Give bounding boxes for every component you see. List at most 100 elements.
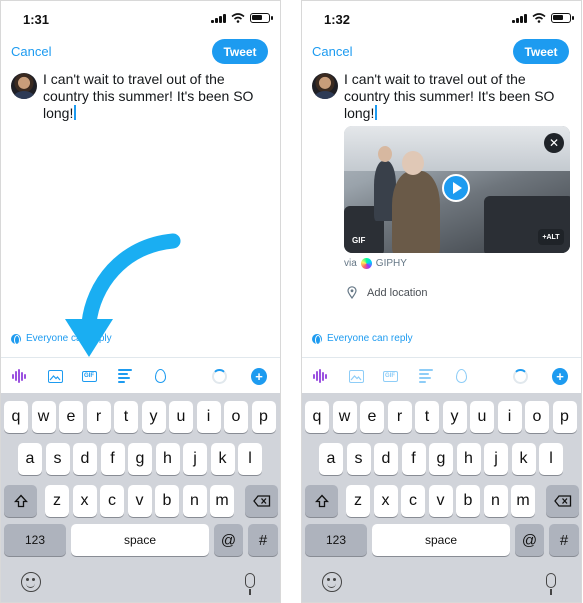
status-time: 1:31	[23, 12, 50, 27]
key-p[interactable]: p	[552, 401, 577, 433]
key-w[interactable]: w	[332, 401, 357, 433]
add-location-button[interactable]: Add location	[347, 286, 428, 299]
key-i[interactable]: i	[497, 401, 522, 433]
divider	[302, 357, 581, 358]
tweet-input[interactable]: I can't wait to travel out of the countr…	[43, 71, 273, 122]
reply-setting[interactable]: Everyone can reply	[312, 333, 413, 345]
tweet-input[interactable]: I can't wait to travel out of the countr…	[344, 71, 574, 122]
location-icon[interactable]	[152, 368, 168, 384]
key-r[interactable]: r	[86, 401, 111, 433]
key-h[interactable]: h	[456, 443, 481, 475]
key-j[interactable]: j	[183, 443, 207, 475]
key-v[interactable]: v	[127, 485, 152, 517]
at-key[interactable]: @	[214, 524, 243, 556]
emoji-icon[interactable]	[322, 572, 342, 592]
hash-key[interactable]: #	[549, 524, 579, 556]
key-t[interactable]: t	[114, 401, 138, 433]
key-e[interactable]: e	[360, 401, 384, 433]
key-x[interactable]: x	[373, 485, 398, 517]
key-g[interactable]: g	[128, 443, 152, 475]
key-s[interactable]: s	[45, 443, 70, 475]
key-c[interactable]: c	[401, 485, 425, 517]
image-icon[interactable]	[47, 368, 63, 384]
key-p[interactable]: p	[251, 401, 276, 433]
key-l[interactable]: l	[238, 443, 262, 475]
close-icon[interactable]: ✕	[544, 133, 564, 153]
key-o[interactable]: o	[525, 401, 549, 433]
key-j[interactable]: j	[484, 443, 508, 475]
key-l[interactable]: l	[539, 443, 563, 475]
key-n[interactable]: n	[483, 485, 508, 517]
gif-scene-head	[402, 151, 424, 175]
backspace-key[interactable]	[546, 485, 579, 517]
wifi-icon	[231, 13, 245, 23]
add-tweet-button[interactable]: +	[251, 367, 267, 385]
add-tweet-button[interactable]: +	[552, 367, 568, 385]
key-c[interactable]: c	[100, 485, 124, 517]
key-m[interactable]: m	[511, 485, 535, 517]
location-icon[interactable]	[453, 368, 469, 384]
key-i[interactable]: i	[196, 401, 221, 433]
microphone-icon[interactable]	[245, 573, 255, 595]
add-location-label: Add location	[367, 286, 428, 299]
reply-setting[interactable]: Everyone can reply	[11, 333, 112, 345]
tweet-button[interactable]: Tweet	[212, 39, 268, 64]
key-u[interactable]: u	[470, 401, 494, 433]
key-a[interactable]: a	[18, 443, 42, 475]
backspace-icon	[252, 495, 270, 507]
key-k[interactable]: k	[210, 443, 235, 475]
numbers-key[interactable]: 123	[4, 524, 66, 556]
key-v[interactable]: v	[428, 485, 453, 517]
shift-key[interactable]	[305, 485, 338, 517]
alt-badge[interactable]: +ALT	[538, 229, 564, 245]
key-y[interactable]: y	[141, 401, 166, 433]
key-w[interactable]: w	[31, 401, 56, 433]
keyboard-row-3: zxcvbnm	[1, 485, 280, 517]
key-r[interactable]: r	[387, 401, 412, 433]
key-h[interactable]: h	[155, 443, 180, 475]
key-n[interactable]: n	[182, 485, 207, 517]
play-button[interactable]	[442, 174, 470, 202]
microphone-icon[interactable]	[546, 573, 556, 595]
poll-icon[interactable]	[117, 368, 133, 384]
key-b[interactable]: b	[456, 485, 480, 517]
key-e[interactable]: e	[59, 401, 83, 433]
numbers-key[interactable]: 123	[305, 524, 367, 556]
gif-icon[interactable]: GIF	[81, 368, 97, 384]
at-key[interactable]: @	[515, 524, 544, 556]
key-u[interactable]: u	[169, 401, 193, 433]
key-o[interactable]: o	[224, 401, 248, 433]
key-b[interactable]: b	[155, 485, 179, 517]
tweet-button[interactable]: Tweet	[513, 39, 569, 64]
space-key[interactable]: space	[372, 524, 510, 556]
key-f[interactable]: f	[401, 443, 426, 475]
gif-preview[interactable]: ✕ GIF +ALT	[344, 126, 570, 253]
key-a[interactable]: a	[319, 443, 343, 475]
shift-key[interactable]	[4, 485, 37, 517]
key-x[interactable]: x	[72, 485, 97, 517]
key-q[interactable]: q	[305, 401, 329, 433]
key-k[interactable]: k	[511, 443, 536, 475]
hash-key[interactable]: #	[248, 524, 278, 556]
voice-icon[interactable]	[312, 368, 328, 384]
emoji-icon[interactable]	[21, 572, 41, 592]
gif-icon: GIF	[382, 368, 398, 384]
key-z[interactable]: z	[346, 485, 370, 517]
key-z[interactable]: z	[45, 485, 69, 517]
backspace-key[interactable]	[245, 485, 278, 517]
plus-icon: +	[552, 367, 568, 385]
cancel-button[interactable]: Cancel	[11, 44, 51, 59]
key-s[interactable]: s	[346, 443, 371, 475]
key-d[interactable]: d	[374, 443, 398, 475]
key-d[interactable]: d	[73, 443, 97, 475]
key-m[interactable]: m	[210, 485, 234, 517]
space-key[interactable]: space	[71, 524, 209, 556]
key-y[interactable]: y	[442, 401, 467, 433]
voice-icon[interactable]	[11, 368, 27, 384]
key-t[interactable]: t	[415, 401, 439, 433]
key-g[interactable]: g	[429, 443, 453, 475]
key-q[interactable]: q	[4, 401, 28, 433]
status-bar: 1:31	[1, 1, 280, 35]
cancel-button[interactable]: Cancel	[312, 44, 352, 59]
key-f[interactable]: f	[100, 443, 125, 475]
